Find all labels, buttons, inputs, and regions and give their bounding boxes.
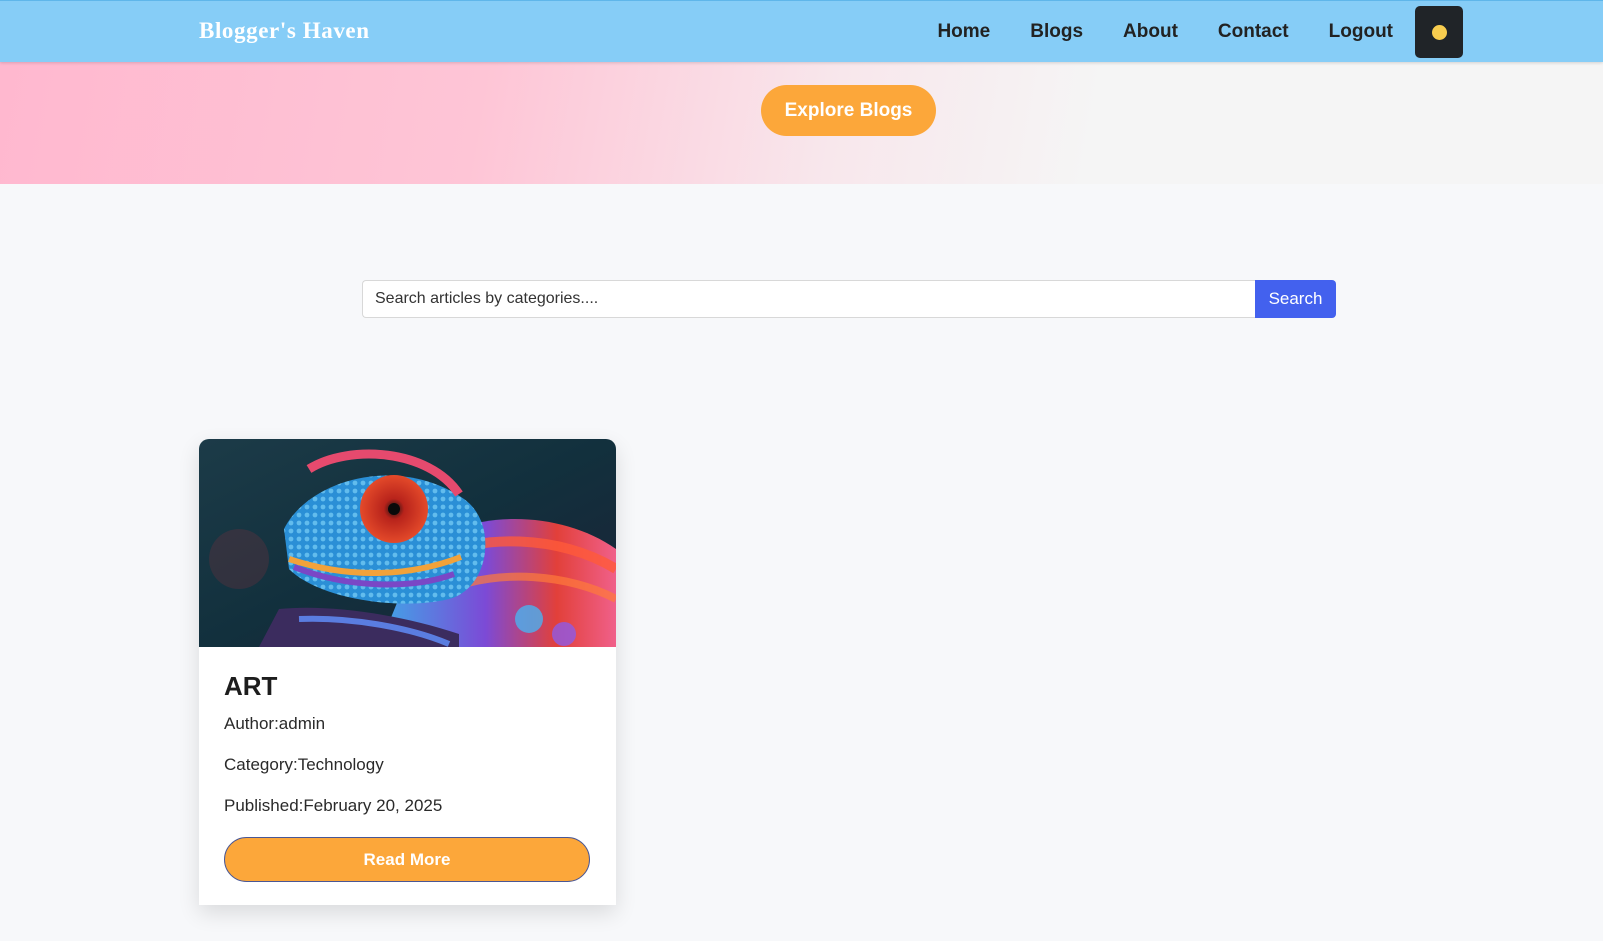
blog-card: ART Author:admin Category:Technology Pub… (199, 439, 616, 905)
search-input[interactable] (362, 280, 1255, 318)
nav-link-contact[interactable]: Contact (1218, 21, 1289, 43)
nav-links: Home Blogs About Contact Logout (897, 1, 1463, 63)
hero-banner: Explore Blogs (0, 62, 1603, 184)
brand-logo-text[interactable]: Blogger's Haven (199, 18, 370, 44)
explore-blogs-button[interactable]: Explore Blogs (761, 85, 936, 136)
nav-link-blogs[interactable]: Blogs (1030, 21, 1083, 43)
top-navbar: Blogger's Haven Home Blogs About Contact… (0, 0, 1603, 62)
post-category: Category:Technology (224, 755, 384, 774)
chameleon-image (199, 439, 616, 647)
nav-link-about[interactable]: About (1123, 21, 1178, 43)
search-button[interactable]: Search (1255, 280, 1336, 318)
post-title: ART (224, 671, 278, 701)
nav-link-home[interactable]: Home (937, 21, 990, 43)
search-bar: Search (362, 280, 1336, 318)
read-more-button[interactable]: Read More (224, 837, 590, 882)
sun-icon (1431, 24, 1447, 40)
post-author: Author:admin (224, 714, 326, 733)
theme-toggle-button[interactable] (1415, 6, 1463, 58)
post-published-date: Published:February 20, 2025 (224, 796, 443, 815)
card-body: ART Author:admin Category:Technology Pub… (199, 647, 616, 882)
nav-link-logout[interactable]: Logout (1329, 21, 1393, 43)
